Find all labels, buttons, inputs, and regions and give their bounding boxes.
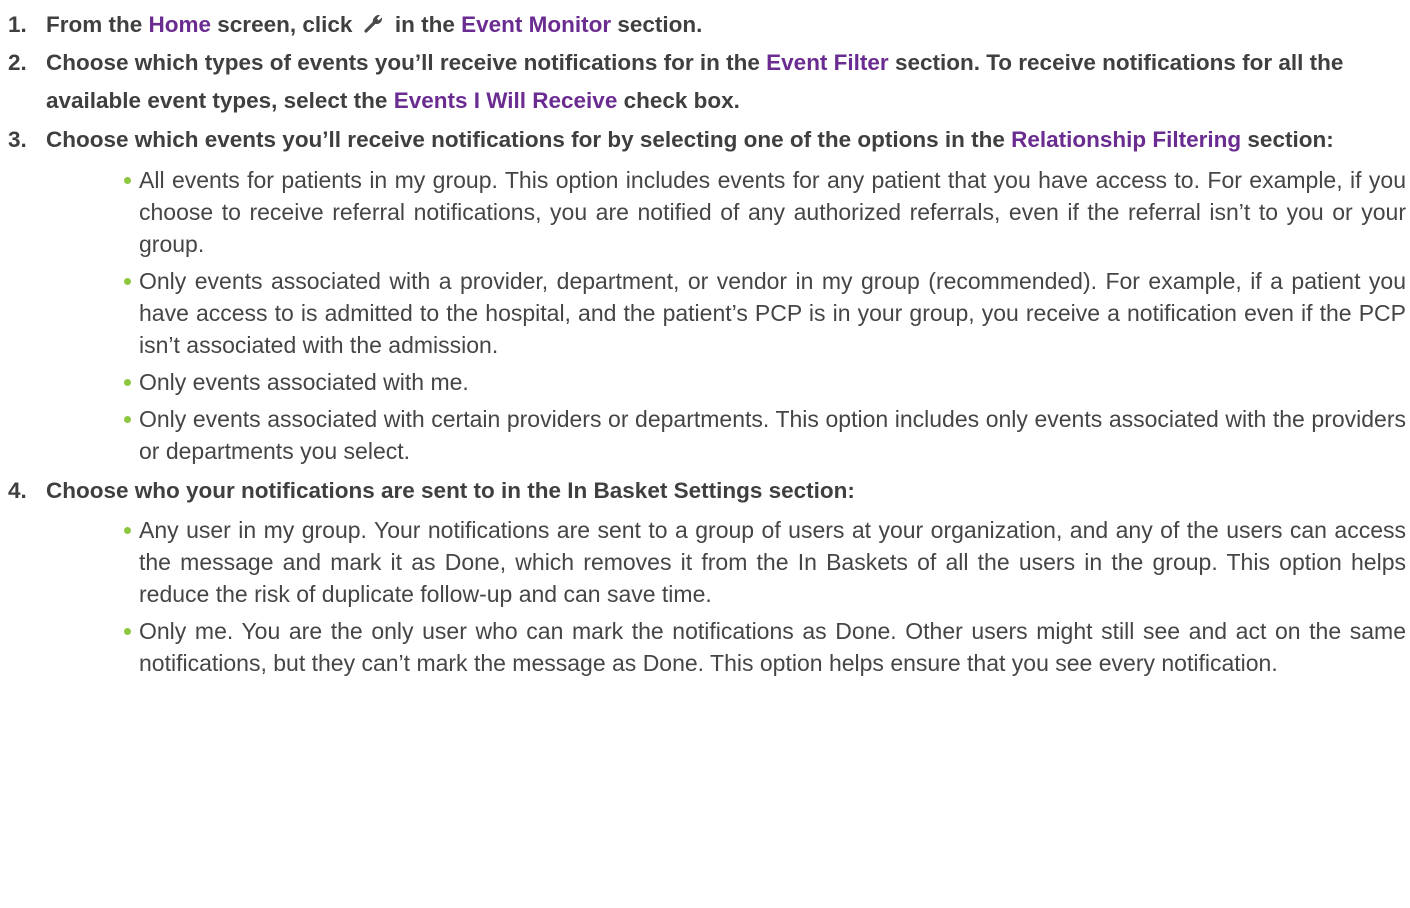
wrench-icon: [363, 8, 385, 33]
step-text: Choose which events you’ll receive notif…: [46, 127, 1334, 152]
step-2: 2. Choose which types of events you’ll r…: [8, 44, 1406, 120]
bullet-text: Any user in my group. Your notifications…: [139, 517, 1406, 607]
event-filter-link: Event Filter: [766, 50, 889, 75]
bullet-dot-icon: [124, 628, 131, 635]
event-monitor-link: Event Monitor: [461, 12, 612, 37]
step-1: 1. From the Home screen, click in the Ev…: [8, 6, 1406, 44]
bullet-dot-icon: [124, 379, 131, 386]
step-text: Choose which types of events you’ll rece…: [46, 50, 1343, 113]
bullet-dot-icon: [124, 416, 131, 423]
list-item: Only events associated with a provider, …: [124, 265, 1406, 361]
bullet-dot-icon: [124, 278, 131, 285]
home-link: Home: [148, 12, 212, 37]
bullet-dot-icon: [124, 527, 131, 534]
step-text-part: screen, click: [211, 12, 359, 37]
in-basket-settings-options: Any user in my group. Your notifications…: [124, 514, 1406, 679]
bullet-text: Only events associated with a provider, …: [139, 268, 1406, 358]
events-i-will-receive-link: Events I Will Receive: [393, 88, 618, 113]
step-text-part: check box.: [617, 88, 740, 113]
step-number: 2.: [8, 50, 27, 75]
step-number: 3.: [8, 127, 27, 152]
step-text-part: section.: [611, 12, 703, 37]
step-text-part: Choose which types of events you’ll rece…: [46, 50, 767, 75]
instruction-steps: 1. From the Home screen, click in the Ev…: [8, 6, 1406, 684]
step-text: Choose who your notifications are sent t…: [46, 478, 855, 503]
step-text: From the Home screen, click in the Event…: [46, 12, 702, 37]
bullet-dot-icon: [124, 177, 131, 184]
step-text-part: From the: [46, 12, 149, 37]
bullet-text: Only events associated with me.: [139, 369, 469, 395]
step-text-part: in the: [388, 12, 462, 37]
relationship-filtering-link: Relationship Filtering: [1011, 127, 1242, 152]
step-number: 1.: [8, 12, 27, 37]
step-text-part: section:: [1241, 127, 1334, 152]
step-text-part: Choose which events you’ll receive notif…: [46, 127, 1012, 152]
list-item: Only events associated with certain prov…: [124, 403, 1406, 467]
list-item: All events for patients in my group. Thi…: [124, 164, 1406, 260]
step-3: 3. Choose which events you’ll receive no…: [8, 120, 1406, 160]
bullet-text: Only me. You are the only user who can m…: [139, 618, 1406, 676]
relationship-filtering-options: All events for patients in my group. Thi…: [124, 164, 1406, 467]
step-4: 4. Choose who your notifications are sen…: [8, 472, 1406, 510]
list-item: Only me. You are the only user who can m…: [124, 615, 1406, 679]
bullet-text: Only events associated with certain prov…: [139, 406, 1406, 464]
step-number: 4.: [8, 478, 27, 503]
list-item: Any user in my group. Your notifications…: [124, 514, 1406, 610]
list-item: Only events associated with me.: [124, 366, 1406, 398]
bullet-text: All events for patients in my group. Thi…: [139, 167, 1406, 257]
